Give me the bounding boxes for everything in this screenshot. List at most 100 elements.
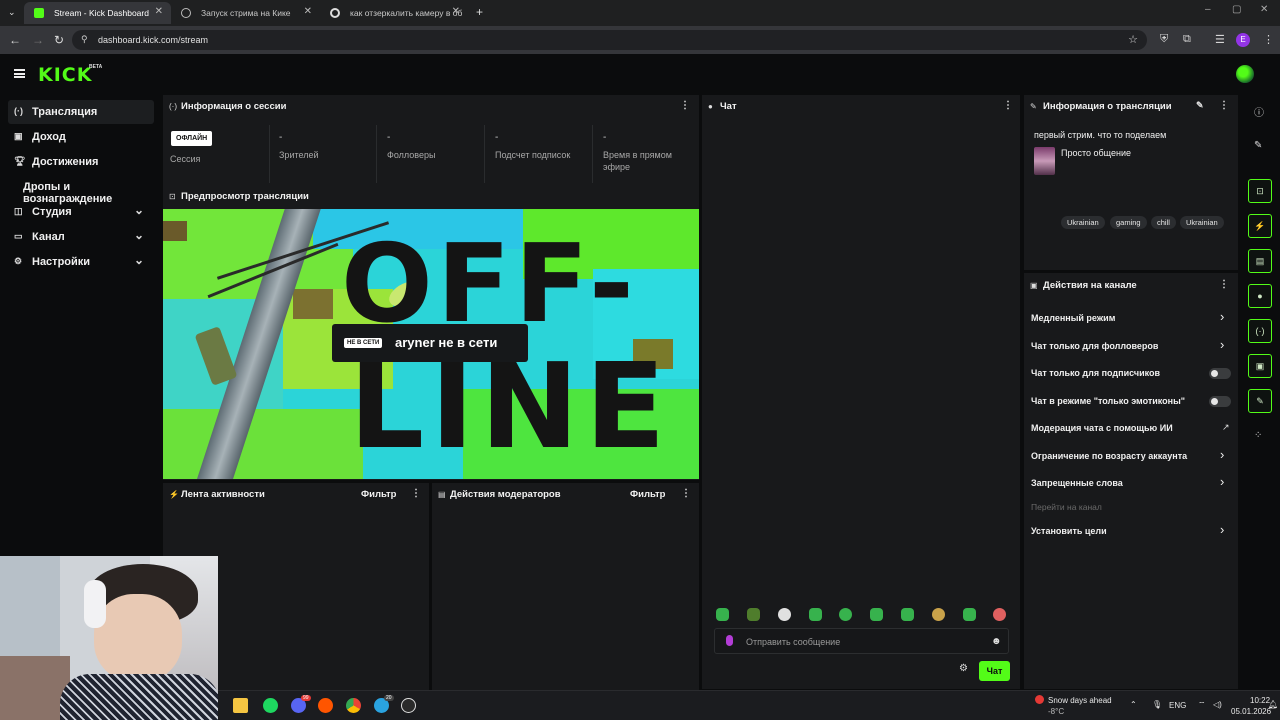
- emote-icon[interactable]: [963, 608, 976, 621]
- category-thumbnail[interactable]: [1034, 147, 1055, 175]
- emote-icon[interactable]: [809, 608, 822, 621]
- weather-text[interactable]: Snow days ahead: [1048, 696, 1112, 705]
- subscribers-only-toggle[interactable]: [1209, 368, 1231, 379]
- more-options-icon[interactable]: ⋮: [1219, 100, 1229, 111]
- edit-pencil-icon[interactable]: ✎: [1254, 140, 1262, 151]
- chat-send-button[interactable]: Чат: [979, 661, 1010, 681]
- menu-icon[interactable]: [14, 69, 25, 78]
- back-icon[interactable]: ←: [9, 33, 21, 47]
- user-avatar[interactable]: [1236, 65, 1254, 83]
- minimize-icon[interactable]: –: [1205, 4, 1211, 15]
- sidebar-item-channel[interactable]: ▭ Канал ⌄: [8, 225, 154, 249]
- action-slow-mode[interactable]: Медленный режим: [1031, 313, 1115, 323]
- filter-button[interactable]: Фильтр: [630, 489, 665, 500]
- more-options-icon[interactable]: ⋮: [1219, 279, 1229, 290]
- more-options-icon[interactable]: ⋮: [681, 488, 691, 499]
- emote-icon[interactable]: [839, 608, 852, 621]
- moderation-widget-button[interactable]: ▣: [1248, 354, 1272, 378]
- forward-icon[interactable]: →: [32, 33, 44, 47]
- sidebar-item-stream[interactable]: (·) Трансляция: [8, 100, 154, 124]
- action-banned-words[interactable]: Запрещенные слова: [1031, 478, 1123, 488]
- camera-widget-button[interactable]: ⊡: [1248, 179, 1272, 203]
- obs-icon[interactable]: [401, 698, 416, 713]
- tab-search-list-icon[interactable]: ☰: [1215, 33, 1225, 46]
- action-followers-only[interactable]: Чат только для фолловеров: [1031, 341, 1158, 351]
- clock-date[interactable]: 05.01.2026: [1231, 707, 1271, 716]
- browser-menu-icon[interactable]: ⋮: [1263, 33, 1274, 46]
- maximize-icon[interactable]: ▢: [1232, 4, 1241, 15]
- action-set-goals[interactable]: Установить цели: [1031, 526, 1107, 536]
- emote-icon[interactable]: [932, 608, 945, 621]
- chevron-right-icon[interactable]: ›: [1220, 474, 1224, 489]
- sidebar-item-achievements[interactable]: 🏆︎ Достижения: [8, 150, 154, 174]
- more-options-icon[interactable]: ⋮: [1003, 100, 1013, 111]
- microphone-icon[interactable]: [726, 635, 733, 646]
- tools-widget-button[interactable]: ✎: [1248, 389, 1272, 413]
- chat-message-input[interactable]: Отправить сообщение ☻: [714, 628, 1009, 654]
- chat-settings-icon[interactable]: ⚙: [959, 663, 968, 674]
- extensions-puzzle-icon[interactable]: ⧉: [1183, 33, 1191, 46]
- edit-pencil-icon[interactable]: ✎: [1196, 100, 1204, 111]
- filter-button[interactable]: Фильтр: [361, 489, 396, 500]
- chat-widget-button[interactable]: ●: [1248, 284, 1272, 308]
- sidebar-item-drops[interactable]: Дропы и вознаграждение: [8, 175, 158, 205]
- kick-logo[interactable]: KICK: [38, 64, 92, 86]
- chrome-icon[interactable]: [346, 698, 361, 713]
- soundcloud-icon[interactable]: [318, 698, 333, 713]
- emote-icon[interactable]: [901, 608, 914, 621]
- chevron-right-icon[interactable]: ›: [1220, 447, 1224, 462]
- more-options-icon[interactable]: ⋮: [680, 100, 690, 111]
- sidebar-item-label: Настройки: [32, 256, 91, 268]
- emote-icon[interactable]: [747, 608, 760, 621]
- microphone-icon[interactable]: 🎙︎: [1152, 700, 1162, 709]
- broadcast-widget-button[interactable]: (·): [1248, 319, 1272, 343]
- notes-widget-button[interactable]: ▤: [1248, 249, 1272, 273]
- address-bar[interactable]: ⚲ dashboard.kick.com/stream ☆: [72, 30, 1147, 50]
- bookmark-star-icon[interactable]: ☆: [1128, 33, 1138, 46]
- tab-stream-dashboard[interactable]: Stream - Kick Dashboard ✕: [24, 2, 171, 24]
- sidebar-item-settings[interactable]: ⚙ Настройки ⌄: [8, 250, 154, 274]
- webcam-overlay: [0, 556, 218, 720]
- profile-avatar[interactable]: E: [1236, 33, 1250, 47]
- notifications-icon[interactable]: 🔔︎: [1268, 700, 1278, 709]
- action-ai-moderation[interactable]: Модерация чата с помощью ИИ: [1031, 423, 1173, 433]
- temperature: -8°C: [1048, 707, 1065, 716]
- close-tab-icon[interactable]: ✕: [155, 6, 163, 17]
- emote-icon[interactable]: [778, 608, 791, 621]
- close-window-icon[interactable]: ✕: [1260, 4, 1268, 15]
- more-options-icon[interactable]: ⋮: [411, 488, 421, 499]
- new-tab-icon[interactable]: +: [476, 5, 483, 19]
- emote-icon[interactable]: [716, 608, 729, 621]
- emote-icon[interactable]: [870, 608, 883, 621]
- tab-stream-launch[interactable]: Запуск стрима на Кике ✕: [171, 2, 320, 24]
- reload-icon[interactable]: ↻: [54, 33, 64, 47]
- activity-widget-button[interactable]: ⚡: [1248, 214, 1272, 238]
- close-tab-icon[interactable]: ✕: [304, 6, 312, 17]
- language-indicator[interactable]: ENG: [1169, 701, 1186, 710]
- chevron-right-icon[interactable]: ›: [1220, 522, 1224, 537]
- chevron-right-icon[interactable]: ›: [1220, 337, 1224, 352]
- chevron-right-icon[interactable]: ›: [1220, 309, 1224, 324]
- info-icon[interactable]: ⓘ: [1254, 104, 1264, 119]
- tab-search-icon[interactable]: ⌄: [8, 7, 16, 18]
- emote-only-toggle[interactable]: [1209, 396, 1231, 407]
- telegram-badge: 20: [384, 695, 394, 701]
- apps-icon[interactable]: ⁘: [1254, 430, 1262, 441]
- shield-extension-icon[interactable]: ⛨: [1160, 33, 1168, 46]
- external-link-icon[interactable]: ↗: [1222, 422, 1230, 433]
- spotify-icon[interactable]: [263, 698, 278, 713]
- category-name[interactable]: Просто общение: [1061, 148, 1131, 158]
- emote-icon[interactable]: [993, 608, 1006, 621]
- goto-channel-link[interactable]: Перейти на канал: [1031, 502, 1102, 512]
- sidebar-item-studio[interactable]: ◫ Студия ⌄: [8, 200, 154, 224]
- wifi-icon[interactable]: ⌔: [1198, 700, 1206, 710]
- tab-mirror-camera[interactable]: как отзеркалить камеру в об ✕: [320, 2, 468, 24]
- tray-expand-icon[interactable]: ⌃: [1130, 700, 1137, 709]
- volume-icon[interactable]: ◁): [1213, 700, 1222, 709]
- close-tab-icon[interactable]: ✕: [452, 6, 460, 17]
- file-explorer-icon[interactable]: [233, 698, 248, 713]
- sidebar-item-income[interactable]: ▣ Доход: [8, 125, 154, 149]
- site-info-icon[interactable]: ⚲: [81, 34, 88, 45]
- action-account-age[interactable]: Ограничение по возрасту аккаунта: [1031, 451, 1187, 461]
- emoji-icon[interactable]: ☻: [991, 636, 1002, 647]
